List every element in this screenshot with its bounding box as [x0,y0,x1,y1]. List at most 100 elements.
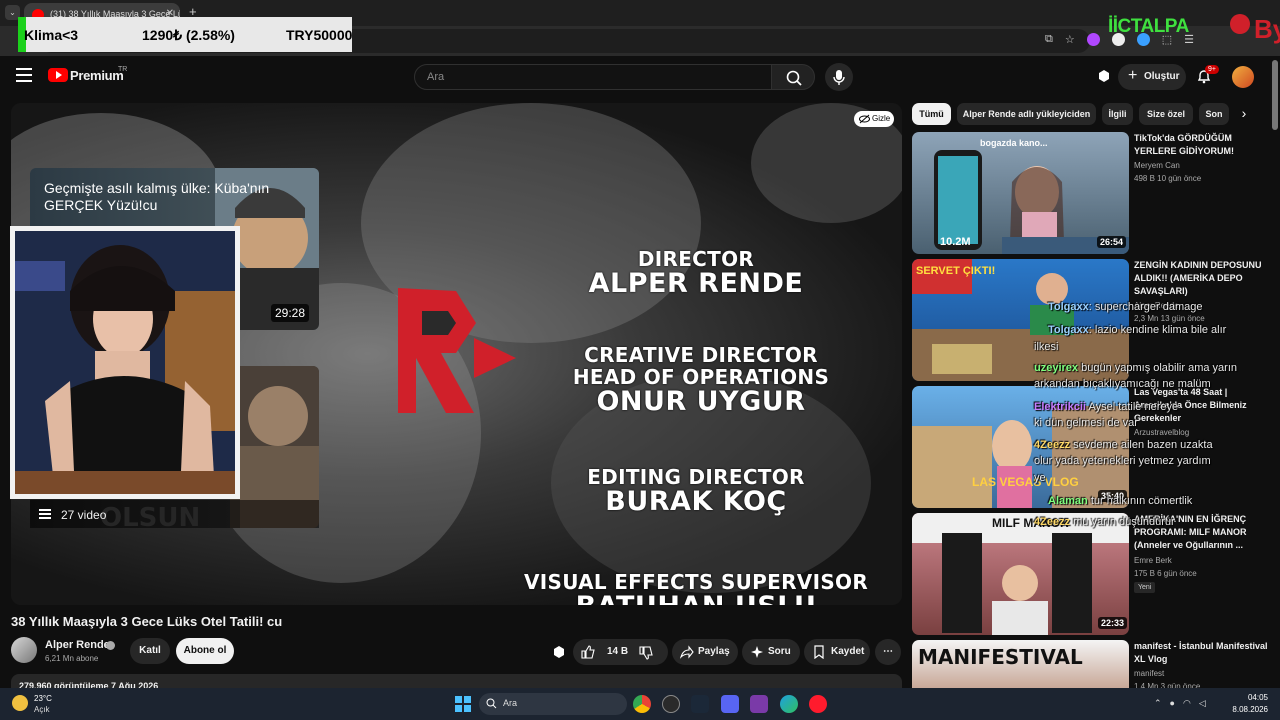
chevron-right-icon[interactable]: › [1236,106,1252,122]
create-label: Oluştur [1144,71,1180,82]
volume-icon[interactable]: ◁ [1199,698,1206,709]
more-actions-button[interactable]: ⋯ [875,639,901,665]
microphone-icon [833,70,845,85]
opera-icon[interactable] [809,695,827,713]
rec-channel[interactable]: Emre Berk [1134,556,1172,565]
youtube-premium-wordmark[interactable]: Premium [70,68,124,83]
channel-avatar[interactable] [11,637,37,663]
notification-count-badge: 9+ [1205,65,1219,74]
discord-icon[interactable] [721,695,739,713]
search-input[interactable]: Ara [414,64,772,90]
chat-message: Alaman tur halkının cömertlik [1048,495,1192,507]
svg-text:By: By [1254,14,1280,44]
account-avatar[interactable] [1232,66,1254,88]
install-app-icon[interactable]: ⧉ [1045,33,1053,46]
rec-thumbnail[interactable]: MILF MANOR 22:33 [912,513,1129,635]
channel-name[interactable]: Alper Rende [45,639,110,651]
chat-message: olur yada yetenekleri yetmez yardım [1034,455,1211,467]
credit-vfx-supervisor: VISUAL EFFECTS SUPERVISOR BATUHAN USLU [511,571,881,605]
rec-title[interactable]: TikTok'da GÖRDÜĞÜM YERLERE GİDİYORUM! [1134,132,1269,158]
plus-icon: + [1128,67,1138,84]
chat-username: Elektrikcii [1034,401,1086,413]
chat-text: ye [1034,472,1046,484]
page-scrollbar[interactable] [1272,60,1278,130]
chrome-icon[interactable] [633,695,651,713]
sparkle-icon [751,646,763,658]
premium-sparkle-icon[interactable] [552,645,566,659]
rec-thumbnail-image: MANIFESTIVAL [918,645,1083,669]
network-icon[interactable]: ◠ [1183,698,1191,709]
ticker-progress: 1290₺ (2.58%) [142,27,235,43]
chat-message: ye [1034,472,1046,484]
create-button[interactable]: + Oluştur [1118,64,1186,90]
chat-text: sevdeme ailen bazen uzakta [1073,439,1213,451]
weather-description[interactable]: Açık [34,705,50,714]
app-icon[interactable] [750,695,768,713]
chip-for-you[interactable]: Size özel [1139,103,1193,125]
join-button[interactable]: Katıl [130,638,170,664]
github-icon[interactable] [662,695,680,713]
corner-brand-logo: By [1230,14,1280,44]
search-icon [486,698,497,709]
share-arrow-icon [680,645,694,659]
hide-eye-icon [859,114,870,124]
youtube-logo-icon[interactable] [48,68,68,82]
rec-thumbnail[interactable]: bogazda kano... 10.2M 26:54 [912,132,1129,254]
extension-twitch-icon[interactable] [1086,33,1100,46]
premium-badge-icon[interactable] [1097,69,1111,83]
windows-start-icon[interactable] [455,696,471,712]
taskbar-search[interactable]: Ara [479,693,627,715]
chat-text: olur yada yetenekleri yetmez yardım [1034,455,1211,467]
playlist-count-bar: 27 video [30,500,319,528]
rec-channel[interactable]: manifest [1134,669,1164,678]
chat-username: Alaman [1048,495,1088,507]
rnd-brand-logo [398,288,516,413]
chip-all[interactable]: Tümü [912,103,951,125]
rec-title[interactable]: ZENGİN KADININ DEPOSUNU ALDIK!! (AMERİKA… [1134,259,1269,298]
credit-role: DIRECTOR [637,247,755,271]
rec-thumbnail[interactable]: MANIFESTIVAL [912,640,1129,688]
search-button[interactable] [771,64,815,90]
credit-name: ONUR UYGUR [596,386,806,417]
thumbs-down-icon[interactable] [639,646,653,660]
bookmark-star-icon[interactable]: ☆ [1065,33,1075,46]
duration-badge: 22:33 [1098,617,1128,629]
subscribe-button[interactable]: Abone ol [176,638,234,664]
rec-meta: 175 B 6 gün önce [1134,569,1197,578]
chip-recent[interactable]: Son [1199,103,1229,125]
chat-text: bugün yapmış olabilir ama yarın [1081,362,1238,374]
credit-name: BATUHAN USLU [511,593,881,605]
weather-moon-icon[interactable] [12,695,28,711]
chevron-up-icon[interactable]: ⌃ [1154,698,1162,709]
chat-message: 4Zeezz mu yarın düşündürür [1034,516,1175,528]
playlist-icon [39,509,51,519]
chat-username: 4Zeezz [1034,516,1071,528]
clock-time[interactable]: 04:05 [1220,693,1268,702]
edge-icon[interactable] [780,695,798,713]
hamburger-menu-icon[interactable] [16,68,32,84]
rec-channel[interactable]: Meryem Can [1134,161,1180,170]
chat-message: 4Zeezz sevdeme ailen bazen uzakta [1034,439,1213,451]
chip-from-uploader[interactable]: Alper Rende adlı yükleyiciden [957,103,1096,125]
microphone-icon[interactable]: ● [1170,698,1175,709]
duration-badge: 26:54 [1097,236,1127,248]
ticker-target: TRY50000 [286,27,353,43]
rec-title[interactable]: manifest - İstanbul Manifestival XL Vlog [1134,640,1269,666]
thumbs-up-icon [581,645,595,659]
voice-search-button[interactable] [825,63,853,91]
chat-text: ilkesi [1034,341,1059,353]
credit-role: VISUAL EFFECTS SUPERVISOR [523,570,869,594]
chat-username: Tolgaxx [1048,324,1089,336]
endcard-title-suffix: cu [142,197,158,213]
rec-thumbnail-image: bogazda kano... 10.2M [934,138,1129,254]
credit-name: ALPER RENDE [588,268,804,299]
verified-check-icon [106,641,115,650]
chip-related[interactable]: İlgili [1102,103,1133,125]
chat-message: Tolgaxx: supercharger damage [1048,301,1203,313]
taskbar-search-label: Ara [503,698,518,708]
steam-icon[interactable] [691,695,709,713]
clock-date[interactable]: 8.08.2026 [1220,705,1268,714]
weather-temperature[interactable]: 23°C [34,694,52,703]
rec-channel[interactable]: Arzustravelblog [1134,428,1189,437]
chat-message: Tolgaxx: lazio kendine klima bile alır [1048,324,1227,336]
